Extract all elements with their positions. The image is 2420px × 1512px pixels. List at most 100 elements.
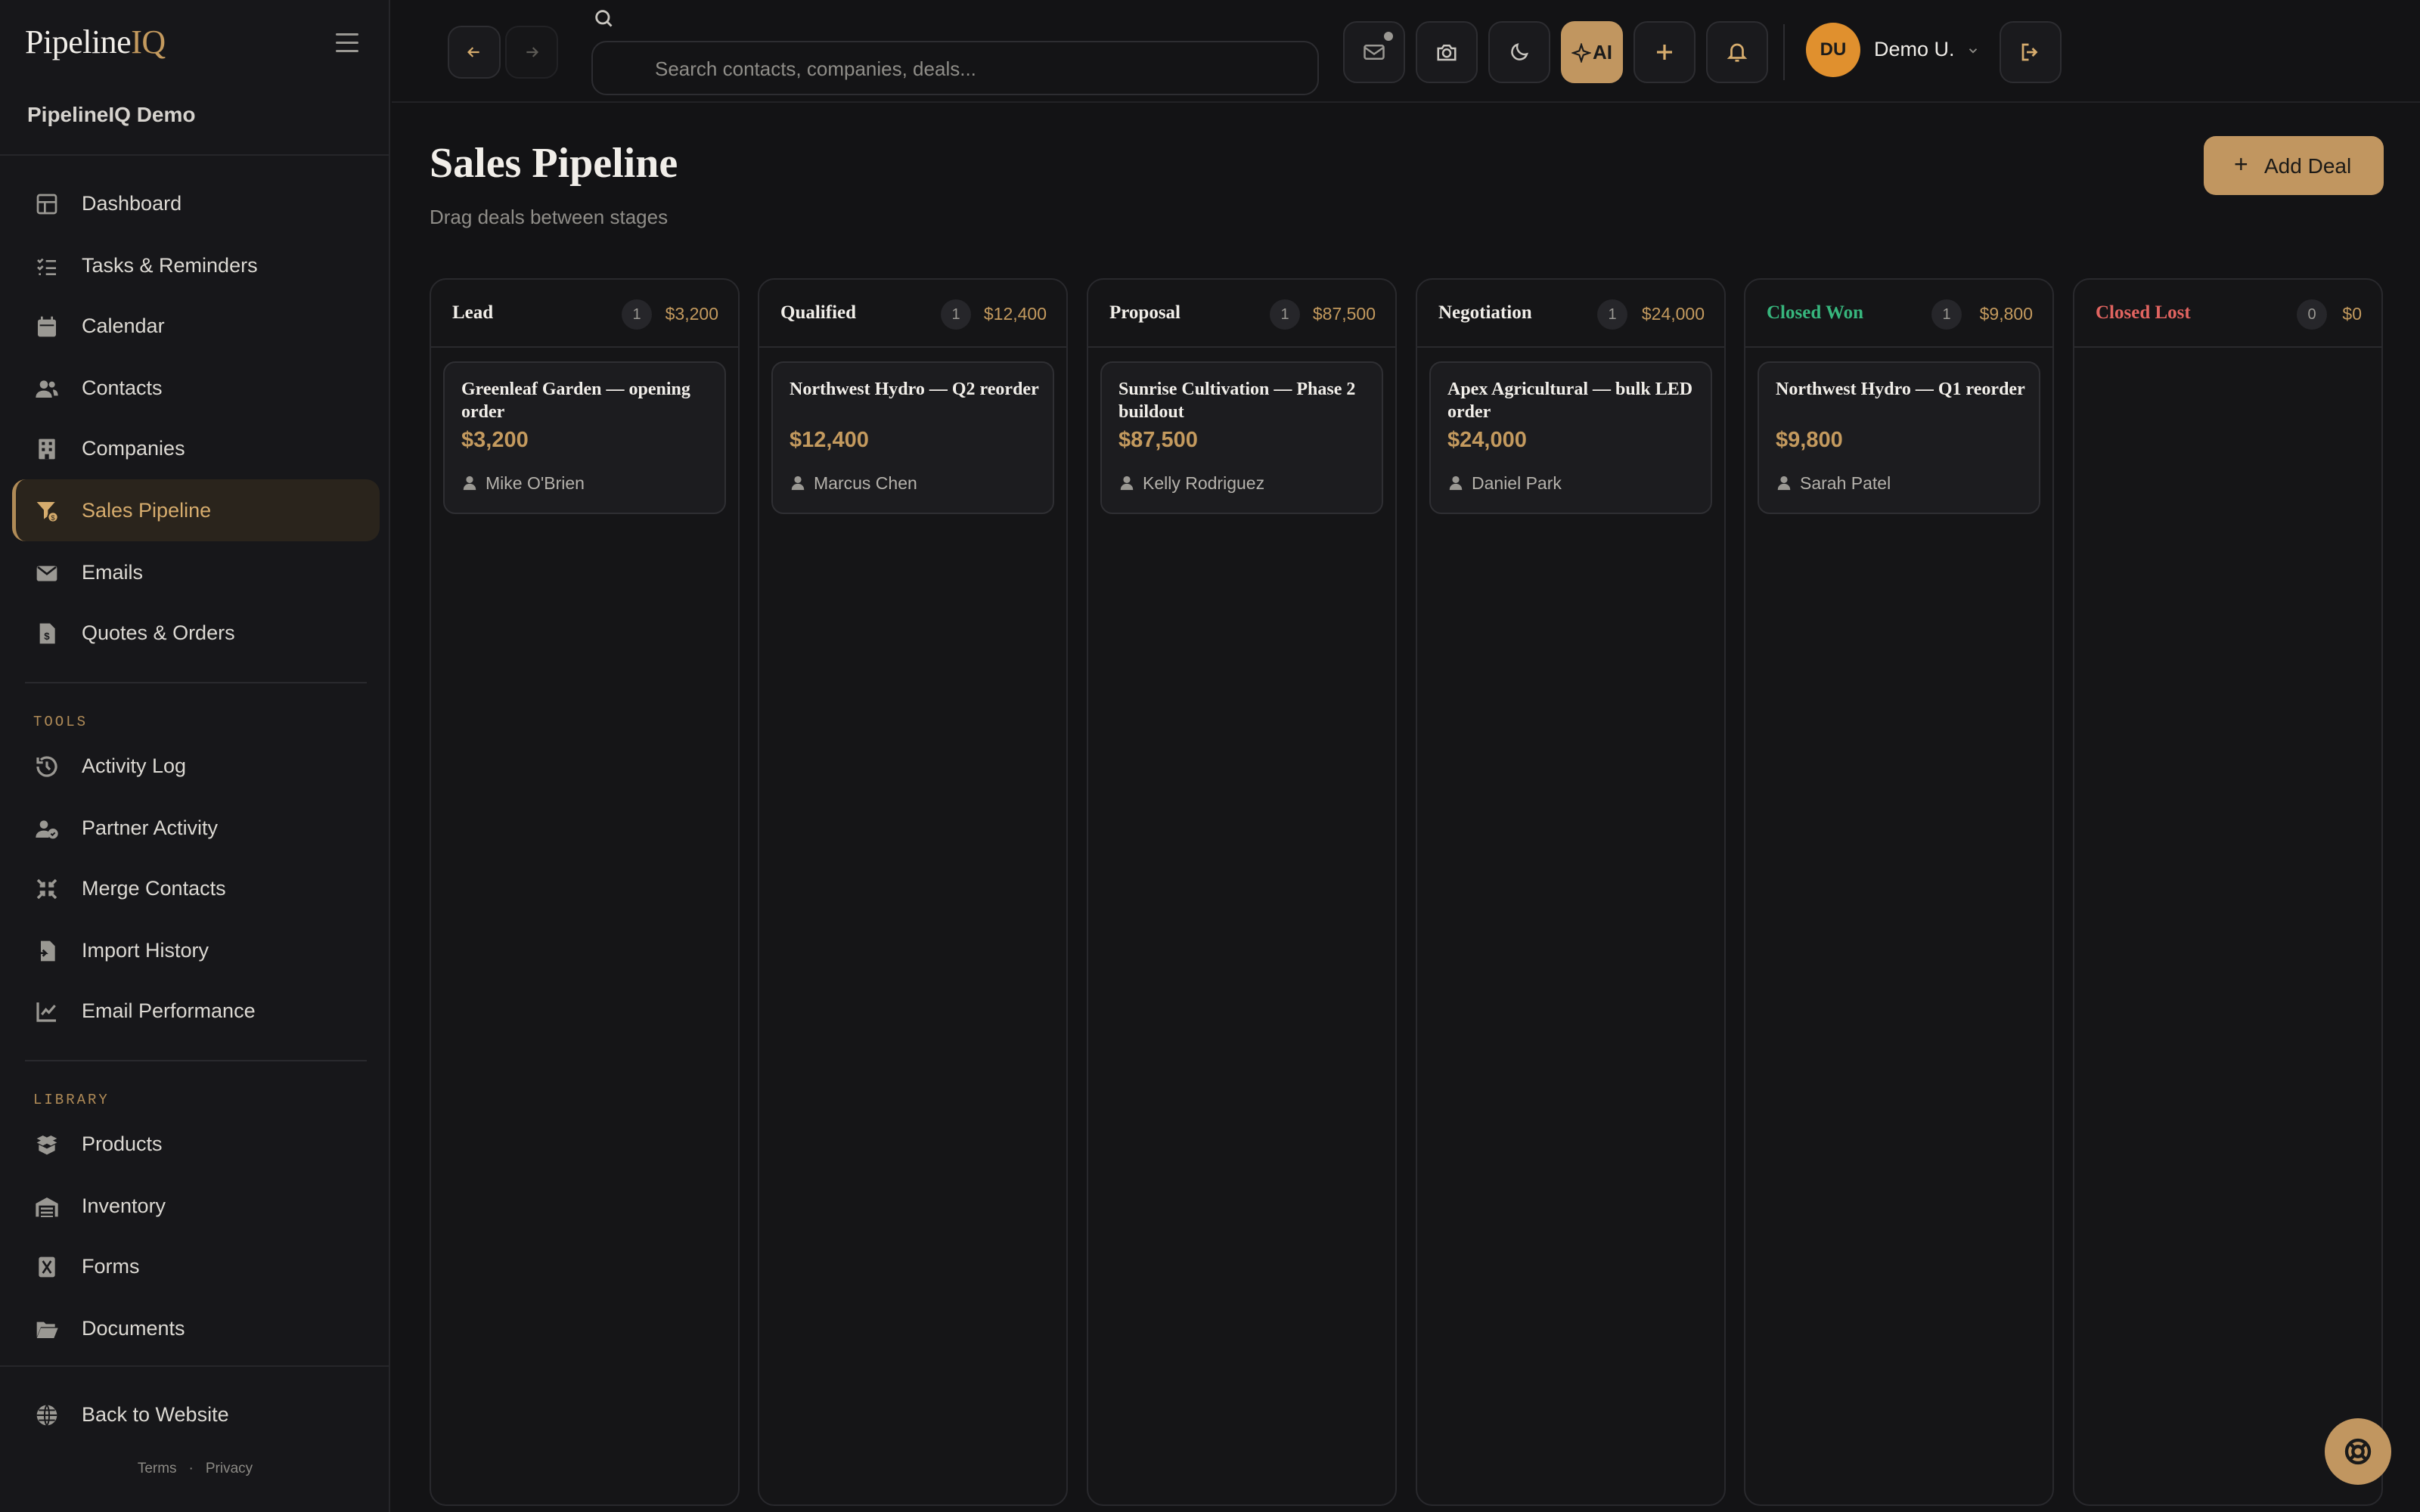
sidebar-item-label: Contacts <box>82 376 163 399</box>
sidebar-item-activity-log[interactable]: Activity Log <box>12 735 380 797</box>
sidebar-item-label: Inventory <box>82 1194 166 1217</box>
stage-total: $24,000 <box>1641 304 1705 324</box>
brand-name-accent: IQ <box>131 23 166 60</box>
unread-dot <box>1384 32 1393 41</box>
quick-add-button[interactable] <box>1634 21 1696 83</box>
chevron-down-icon[interactable] <box>1966 44 1980 57</box>
svg-text:$: $ <box>51 514 55 522</box>
search-input[interactable]: Search contacts, companies, deals... <box>591 41 1319 95</box>
sidebar-item-label: Email Performance <box>82 999 256 1022</box>
calendar-icon <box>38 316 56 337</box>
email-icon <box>36 565 57 581</box>
deal-card[interactable]: Northwest Hydro — Q2 reorder $12,400 Mar… <box>771 361 1054 514</box>
person-icon <box>1120 476 1134 491</box>
inbox-button[interactable] <box>1343 21 1405 83</box>
deal-contact-name: Sarah Patel <box>1800 473 1891 493</box>
deal-card[interactable]: Apex Agricultural — bulk LED order $24,0… <box>1429 361 1712 514</box>
stage-header: Closed Won 1 $9,800 <box>1745 280 2052 348</box>
stage-column-negotiation[interactable]: Negotiation 1 $24,000 Apex Agricultural … <box>1416 278 1726 1506</box>
menu-toggle-icon[interactable] <box>336 33 358 53</box>
stage-column-closed-lost[interactable]: Closed Lost 0 $0 <box>2073 278 2383 1506</box>
sidebar-item-label: Forms <box>82 1254 140 1278</box>
sidebar-item-sales-pipeline[interactable]: $ Sales Pipeline <box>12 479 380 541</box>
deal-card[interactable]: Northwest Hydro — Q1 reorder $9,800 Sara… <box>1758 361 2040 514</box>
sidebar-item-label: Merge Contacts <box>82 876 226 900</box>
contacts-icon <box>36 380 58 398</box>
deal-card[interactable]: Greenleaf Garden — opening order $3,200 … <box>443 361 726 514</box>
user-name[interactable]: Demo U. <box>1874 38 1955 61</box>
workspace-name: PipelineIQ Demo <box>27 103 196 126</box>
page-title: Sales Pipeline <box>430 140 678 187</box>
terms-link[interactable]: Terms <box>138 1461 177 1476</box>
search-icon <box>595 10 613 27</box>
sidebar-item-quotes-orders[interactable]: $ Quotes & Orders <box>12 602 380 664</box>
stage-column-closed-won[interactable]: Closed Won 1 $9,800 Northwest Hydro — Q1… <box>1744 278 2054 1506</box>
person-icon <box>463 476 476 491</box>
brand-logo[interactable]: PipelineIQ <box>25 23 166 71</box>
sidebar-item-forms[interactable]: Forms <box>12 1235 380 1297</box>
ai-label: AI <box>1593 41 1612 64</box>
back-button[interactable] <box>448 26 501 79</box>
theme-toggle-button[interactable] <box>1488 21 1550 83</box>
logout-button[interactable] <box>2000 21 2062 83</box>
sidebar-item-email-performance[interactable]: Email Performance <box>12 980 380 1042</box>
sidebar-item-partner-activity[interactable]: Partner Activity <box>12 797 380 859</box>
deal-card[interactable]: Sunrise Cultivation — Phase 2 buildout $… <box>1100 361 1383 514</box>
sidebar: PipelineIQ PipelineIQ Demo Dashboard Tas… <box>0 0 390 1512</box>
stage-column-proposal[interactable]: Proposal 1 $87,500 Sunrise Cultivation —… <box>1087 278 1397 1506</box>
add-deal-button[interactable]: + Add Deal <box>2204 136 2384 195</box>
sidebar-item-companies[interactable]: Companies <box>12 417 380 479</box>
sidebar-item-calendar[interactable]: Calendar <box>12 295 380 357</box>
deal-contact: Mike O'Brien <box>461 473 585 494</box>
chart-line-icon <box>36 1002 56 1022</box>
sidebar-item-contacts[interactable]: Contacts <box>12 357 380 419</box>
sidebar-item-inventory[interactable]: Inventory <box>12 1175 380 1237</box>
stage-count-badge: 1 <box>1931 299 1962 330</box>
sidebar-item-import-history[interactable]: Import History <box>12 919 380 981</box>
sidebar-item-products[interactable]: Products <box>12 1113 380 1175</box>
deal-title: Sunrise Cultivation — Phase 2 buildout <box>1118 380 1356 422</box>
deal-title: Northwest Hydro — Q2 reorder <box>790 380 1039 399</box>
notifications-button[interactable] <box>1706 21 1768 83</box>
deal-contact-name: Mike O'Brien <box>486 473 585 493</box>
camera-icon <box>1437 45 1457 61</box>
deal-contact-name: Marcus Chen <box>814 473 917 493</box>
stage-column-lead[interactable]: Lead 1 $3,200 Greenleaf Garden — opening… <box>430 278 740 1506</box>
stage-header: Lead 1 $3,200 <box>431 280 738 348</box>
sidebar-item-dashboard[interactable]: Dashboard <box>12 172 380 234</box>
arrow-right-icon <box>526 47 539 57</box>
sidebar-item-emails[interactable]: Emails <box>12 541 380 603</box>
sidebar-item-label: Import History <box>82 938 209 962</box>
person-icon <box>791 476 805 491</box>
deal-contact-name: Kelly Rodriguez <box>1143 473 1265 493</box>
back-to-website-label: Back to Website <box>82 1402 229 1426</box>
topbar-separator <box>1783 24 1785 80</box>
sidebar-item-tasks[interactable]: Tasks & Reminders <box>12 234 380 296</box>
deal-contact: Daniel Park <box>1447 473 1562 494</box>
plus-icon <box>1657 45 1672 60</box>
deal-title: Apex Agricultural — bulk LED order <box>1447 380 1693 422</box>
partner-icon <box>36 820 58 839</box>
sidebar-item-label: Activity Log <box>82 754 187 777</box>
forward-button[interactable] <box>505 26 558 79</box>
sidebar-divider <box>0 1365 390 1367</box>
stage-name: Closed Won <box>1767 302 1864 323</box>
avatar[interactable]: DU <box>1806 23 1860 77</box>
tasks-icon <box>37 258 56 275</box>
sidebar-item-label: Emails <box>82 560 144 584</box>
import-icon <box>36 940 55 962</box>
ai-assistant-button[interactable]: AI <box>1561 21 1623 83</box>
person-icon <box>1777 476 1791 491</box>
privacy-link[interactable]: Privacy <box>206 1461 253 1476</box>
sidebar-item-documents[interactable]: Documents <box>12 1297 380 1359</box>
back-to-website-link[interactable]: Back to Website <box>12 1383 380 1445</box>
sparkle-icon <box>1571 43 1591 63</box>
help-button[interactable] <box>2325 1418 2391 1485</box>
stage-count-badge: 1 <box>941 299 971 330</box>
sidebar-item-merge-contacts[interactable]: Merge Contacts <box>12 857 380 919</box>
stage-column-qualified[interactable]: Qualified 1 $12,400 Northwest Hydro — Q2… <box>758 278 1068 1506</box>
screenshot-button[interactable] <box>1416 21 1478 83</box>
sidebar-item-label: Calendar <box>82 314 165 337</box>
stage-count-badge: 1 <box>1597 299 1627 330</box>
mail-icon <box>1364 45 1385 60</box>
